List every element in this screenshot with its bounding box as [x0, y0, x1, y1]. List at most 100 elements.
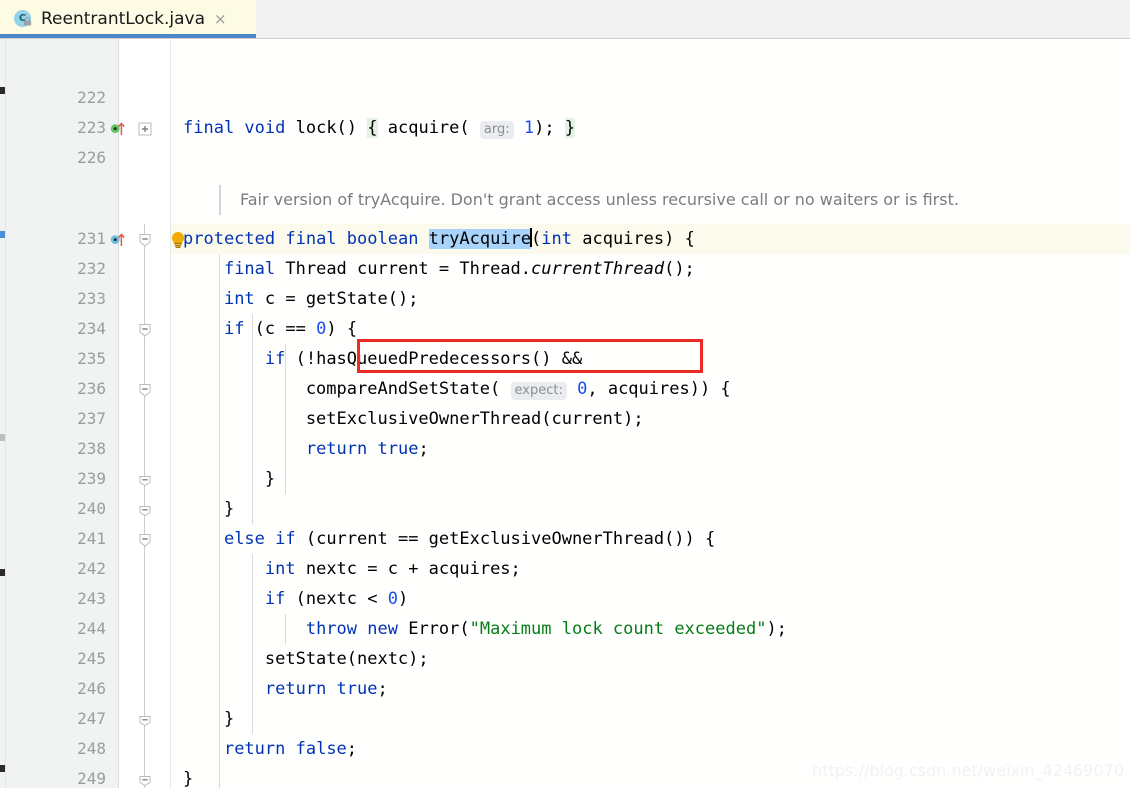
editor-tab-reentrantlock[interactable]: C ReentrantLock.java ×	[0, 0, 256, 38]
rendered-doc-comment[interactable]: Fair version of tryAcquire. Don't grant …	[240, 185, 959, 215]
keyword-token: if	[223, 319, 255, 339]
code-line[interactable]: setState(nextc);	[183, 644, 429, 674]
line-number[interactable]: 222	[6, 83, 106, 113]
marker-strip-mark[interactable]	[0, 87, 5, 94]
code-line[interactable]: setExclusiveOwnerThread(current);	[183, 404, 644, 434]
fold-end-icon[interactable]	[138, 502, 152, 517]
line-number[interactable]: 246	[6, 674, 106, 704]
line-number[interactable]: 240	[6, 494, 106, 524]
code-token: Error(	[408, 619, 470, 639]
code-line[interactable]: if (c == 0) {	[183, 314, 357, 344]
marker-strip-mark[interactable]	[0, 765, 5, 772]
code-fold-column[interactable]	[119, 39, 171, 788]
number-literal: 0	[316, 319, 327, 339]
line-number[interactable]: 245	[6, 644, 106, 674]
java-class-icon: C	[14, 9, 33, 29]
fold-end-icon[interactable]	[138, 772, 152, 787]
code-line[interactable]: int c = getState();	[183, 284, 418, 314]
code-token: }	[183, 769, 194, 788]
expand-plus-icon[interactable]	[138, 121, 152, 136]
collapse-minus-icon[interactable]	[138, 232, 152, 247]
code-token: (current == getExclusiveOwnerThread()) {	[305, 529, 716, 549]
code-line[interactable]: throw new Error("Maximum lock count exce…	[183, 614, 787, 644]
code-token: , acquires)) {	[587, 379, 731, 399]
code-token: }	[183, 499, 235, 519]
line-number[interactable]: 236	[6, 374, 106, 404]
code-token: ;	[377, 679, 388, 699]
code-line[interactable]: if (nextc < 0)	[183, 584, 408, 614]
line-number[interactable]: 237	[6, 404, 106, 434]
line-number[interactable]: 243	[6, 584, 106, 614]
code-line[interactable]: }	[183, 764, 193, 788]
code-line[interactable]: }	[183, 704, 234, 734]
marker-strip-mark[interactable]	[0, 231, 5, 238]
code-line[interactable]: return true;	[183, 674, 388, 704]
inlay-parameter-hint: expect:	[510, 382, 567, 400]
line-number[interactable]: 239	[6, 464, 106, 494]
line-number[interactable]: 242	[6, 554, 106, 584]
marker-strip-mark[interactable]	[0, 569, 5, 576]
collapse-minus-icon[interactable]	[138, 532, 152, 547]
collapse-minus-icon[interactable]	[138, 382, 152, 397]
line-number[interactable]: 231	[6, 224, 106, 254]
line-number[interactable]: 233	[6, 284, 106, 314]
code-token: ;	[418, 439, 429, 459]
code-line[interactable]: return true;	[183, 434, 429, 464]
line-number[interactable]: 238	[6, 434, 106, 464]
line-number[interactable]: 241	[6, 524, 106, 554]
marker-strip-mark[interactable]	[0, 434, 5, 441]
line-number[interactable]: 232	[6, 254, 106, 284]
line-number[interactable]: 235	[6, 344, 106, 374]
code-line[interactable]: final void lock() { acquire( arg: 1); }	[183, 113, 576, 145]
close-icon[interactable]: ×	[214, 11, 227, 27]
code-line[interactable]: }	[183, 464, 275, 494]
line-number[interactable]: 244	[6, 614, 106, 644]
keyword-token: return	[223, 739, 296, 759]
keyword-token: final	[285, 229, 347, 249]
keyword-token: true	[377, 439, 419, 459]
code-token: setState(nextc);	[183, 649, 429, 669]
line-number[interactable]: 247	[6, 704, 106, 734]
code-token: acquire(	[377, 118, 480, 138]
code-token: );	[766, 619, 787, 639]
line-number[interactable]: 226	[6, 143, 106, 173]
code-line[interactable]: protected final boolean tryAcquire(int a…	[183, 224, 695, 254]
code-line[interactable]: else if (current == getExclusiveOwnerThr…	[183, 524, 715, 554]
code-token: compareAndSetState(	[183, 379, 511, 399]
code-line[interactable]: return false;	[183, 734, 357, 764]
overridden-method-icon[interactable]	[110, 120, 125, 135]
code-editor[interactable]: 222 223 226 231 232 233 234 235 236 237 238 239 240 2…	[0, 39, 1130, 788]
number-literal: 1	[523, 118, 535, 138]
code-line[interactable]: int nextc = c + acquires;	[183, 554, 521, 584]
fold-end-icon[interactable]	[138, 712, 152, 727]
line-number[interactable]: 234	[6, 314, 106, 344]
overriding-method-icon[interactable]	[110, 231, 125, 246]
keyword-token: throw	[305, 619, 368, 639]
fold-region-line	[144, 524, 145, 719]
code-line[interactable]: final Thread current = Thread.currentThr…	[183, 254, 695, 284]
intention-bulb-icon[interactable]	[168, 230, 187, 249]
string-literal: "Maximum lock count exceeded"	[469, 619, 767, 639]
fold-end-icon[interactable]	[138, 472, 152, 487]
line-number[interactable]: 248	[6, 734, 106, 764]
code-line[interactable]: }	[183, 494, 234, 524]
line-number[interactable]: 249	[6, 764, 106, 788]
code-line[interactable]: compareAndSetState( expect: 0, acquires)…	[183, 374, 731, 406]
code-token: {	[367, 118, 378, 138]
collapse-minus-icon[interactable]	[138, 322, 152, 337]
line-number[interactable]: 223	[6, 113, 106, 143]
number-literal: 0	[387, 589, 398, 609]
keyword-token: return	[305, 439, 378, 459]
code-line[interactable]: if (!hasQueuedPredecessors() &&	[183, 344, 582, 374]
keyword-token: true	[336, 679, 378, 699]
